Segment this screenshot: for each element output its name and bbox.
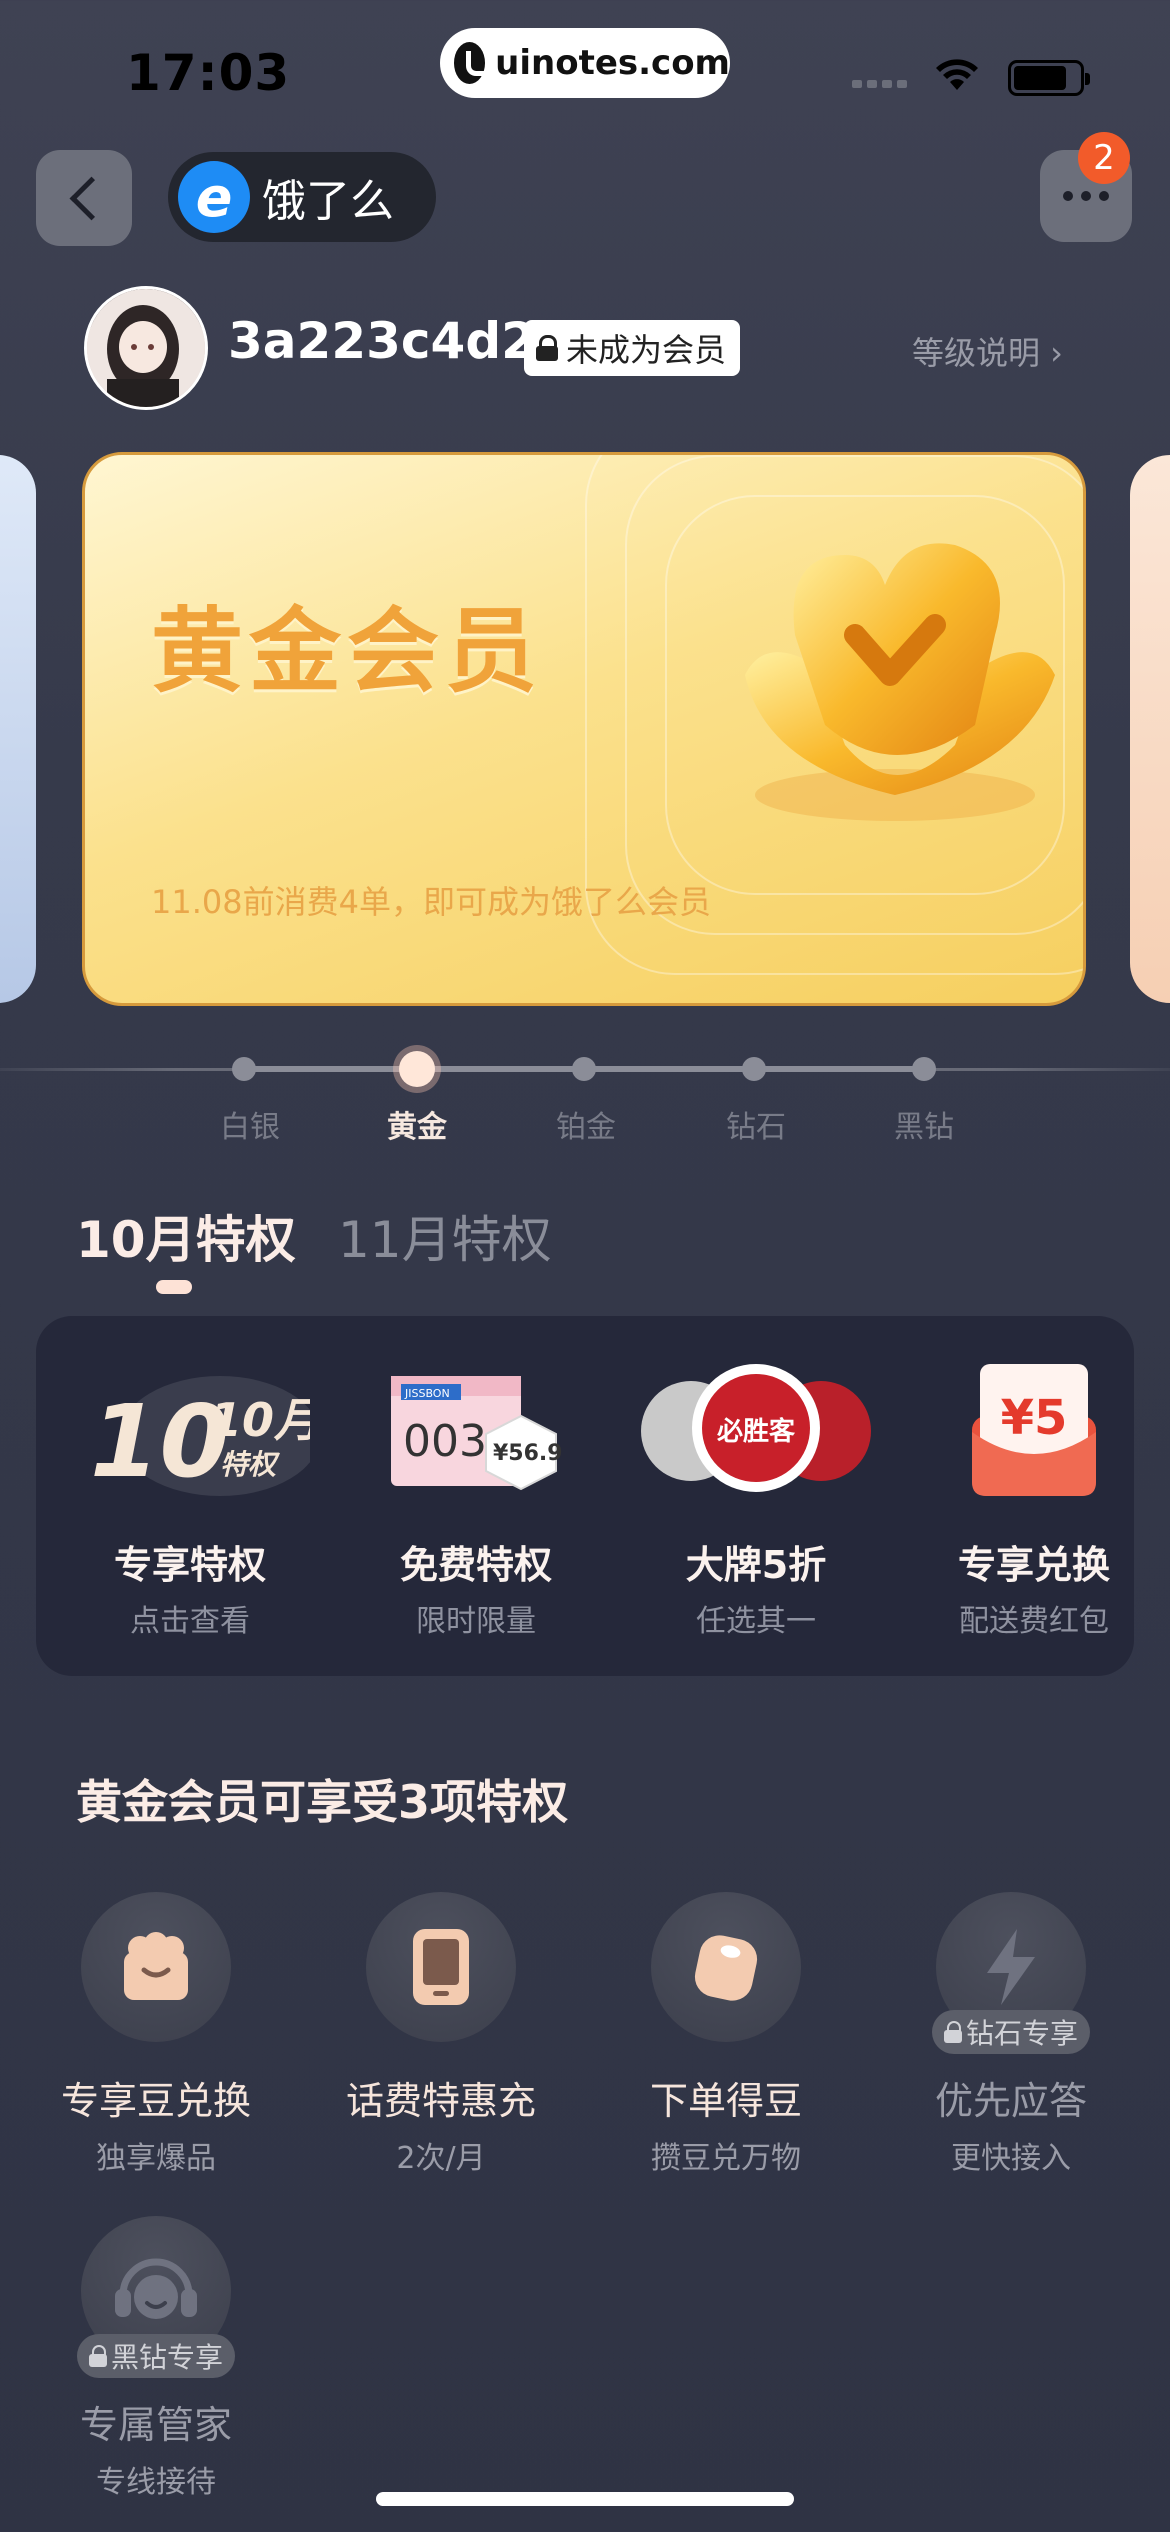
status-bar: 17:03 uinotes.com: [0, 0, 1170, 140]
phone-icon: [413, 1929, 469, 2005]
username: 3a223c4d2: [228, 312, 536, 370]
privilege-title: 专享兑换: [957, 1543, 1110, 1587]
privilege-title: 专享特权: [113, 1543, 266, 1587]
benefit-icon-circle: 钻石专享: [931, 1892, 1091, 2054]
privilege-title: 大牌5折: [685, 1543, 827, 1587]
lock-label: 黑钻专享: [110, 2341, 224, 2374]
back-button[interactable]: [36, 150, 132, 246]
diamond-exclusive-tag: 钻石专享: [931, 2010, 1091, 2054]
benefit-icon-circle: [366, 1892, 516, 2042]
brand-name: 必胜客: [717, 1416, 796, 1447]
privilege-subtitle: 任选其一: [696, 1604, 816, 1639]
gold-member-card[interactable]: 黄金会员 11.08前消费4单，即可成为饿了么会员: [82, 452, 1086, 1006]
tab-november[interactable]: 11月特权: [338, 1200, 552, 1272]
gift-bag-icon: [124, 1932, 188, 2000]
eleme-logo-icon: e: [178, 161, 250, 233]
app-name: 饿了么: [262, 176, 394, 227]
bean-icon: [694, 1935, 758, 2001]
brand-logos-icon: 必胜客: [636, 1356, 876, 1506]
benefit-title: 专享豆兑换: [60, 2079, 251, 2123]
monthly-privileges-panel: 10 10月 特权 专享特权 点击查看 JISSBON 003 ¥56.9 免费…: [36, 1316, 1134, 1676]
lock-label: 钻石专享: [965, 2017, 1079, 2050]
tier-dot-silver[interactable]: [232, 1057, 256, 1081]
benefit-subtitle: 专线接待: [96, 2465, 216, 2500]
benefit-subtitle: 2次/月: [396, 2141, 486, 2176]
benefit-subtitle: 独享爆品: [96, 2141, 216, 2176]
benefit-bean-exchange[interactable]: 专享豆兑换 独享爆品: [31, 1892, 281, 2177]
benefit-subtitle: 攒豆兑万物: [651, 2141, 801, 2176]
tier-label-gold[interactable]: 黄金: [357, 1102, 477, 1146]
privilege-subtitle: 点击查看: [130, 1604, 250, 1639]
benefits-section-title: 黄金会员可享受3项特权: [76, 1775, 569, 1829]
product-price: ¥56.9: [493, 1441, 563, 1466]
uinotes-logo-icon: [454, 42, 495, 84]
card-title: 黄金会员: [151, 598, 544, 705]
benefit-title: 下单得豆: [649, 2079, 802, 2123]
benefit-title: 专属管家: [79, 2403, 232, 2447]
watermark-badge: uinotes.com: [440, 28, 730, 98]
october-privilege-badge-icon: 10 10月 特权: [70, 1356, 322, 1506]
benefit-icon-circle: 黑钻专享: [76, 2216, 236, 2378]
tier-label-silver[interactable]: 白银: [190, 1102, 310, 1146]
status-time: 17:03: [126, 44, 291, 102]
envelope-amount: ¥5: [1001, 1390, 1068, 1446]
tier-dot-platinum[interactable]: [572, 1057, 596, 1081]
lock-icon: [88, 2345, 107, 2367]
lock-icon: [536, 335, 558, 361]
home-indicator[interactable]: [376, 2492, 794, 2506]
benefit-personal-butler[interactable]: 黑钻专享 专属管家 专线接待: [31, 2216, 281, 2501]
lightning-icon: [987, 1929, 1035, 2005]
level-explain-link[interactable]: 等级说明 ›: [912, 328, 1063, 374]
tier-dot-black-diamond[interactable]: [912, 1057, 936, 1081]
product-brand: JISSBON: [404, 1387, 450, 1400]
product-name: 003: [403, 1416, 487, 1467]
badge-number: 10: [90, 1383, 229, 1500]
benefit-priority-response[interactable]: 钻石专享 优先应答 更快接入: [886, 1892, 1136, 2177]
headset-icon: [115, 2258, 197, 2319]
card-subtitle: 11.08前消费4单，即可成为饿了么会员: [151, 883, 711, 921]
privilege-subtitle: 限时限量: [416, 1604, 536, 1639]
tab-indicator: [156, 1280, 192, 1294]
black-diamond-exclusive-tag: 黑钻专享: [76, 2334, 236, 2378]
badge-month: 10月: [210, 1393, 310, 1447]
member-status-text: 未成为会员: [566, 331, 727, 369]
privilege-title: 免费特权: [399, 1543, 552, 1587]
gold-trophy-icon: [745, 543, 1055, 821]
app-switch-pill[interactable]: e 饿了么: [168, 152, 436, 242]
lock-icon: [943, 2021, 962, 2043]
benefit-order-beans[interactable]: 下单得豆 攒豆兑万物: [601, 1892, 851, 2177]
notification-badge: 2: [1078, 132, 1130, 184]
battery-icon: [1008, 60, 1090, 96]
benefit-icon-circle: [651, 1892, 801, 2042]
badge-text: 特权: [220, 1448, 280, 1481]
benefit-title: 优先应答: [934, 2079, 1087, 2123]
tier-dot-diamond[interactable]: [742, 1057, 766, 1081]
tier-dot-gold[interactable]: [399, 1051, 435, 1087]
tab-october[interactable]: 10月特权: [76, 1200, 296, 1272]
privilege-subtitle: 配送费红包: [959, 1604, 1109, 1639]
member-status-tag: 未成为会员: [524, 320, 741, 376]
tier-label-platinum[interactable]: 铂金: [526, 1102, 646, 1146]
watermark-text: uinotes.com: [495, 43, 730, 83]
benefit-title: 话费特惠充: [345, 2079, 536, 2123]
tier-label-black-diamond[interactable]: 黑钻: [864, 1102, 984, 1146]
silver-card-peek[interactable]: [0, 455, 36, 1003]
benefit-subtitle: 更快接入: [951, 2141, 1071, 2176]
red-envelope-icon: ¥5: [964, 1356, 1104, 1506]
cellular-signal-icon: [852, 80, 907, 88]
benefit-icon-circle: [81, 1892, 231, 2042]
tier-label-diamond[interactable]: 钻石: [696, 1102, 816, 1146]
avatar[interactable]: [84, 286, 208, 410]
benefit-phone-recharge[interactable]: 话费特惠充 2次/月: [316, 1892, 566, 2177]
platinum-card-peek[interactable]: [1130, 455, 1170, 1003]
product-box-icon: JISSBON 003 ¥56.9: [381, 1356, 571, 1506]
wifi-icon: [936, 59, 978, 90]
